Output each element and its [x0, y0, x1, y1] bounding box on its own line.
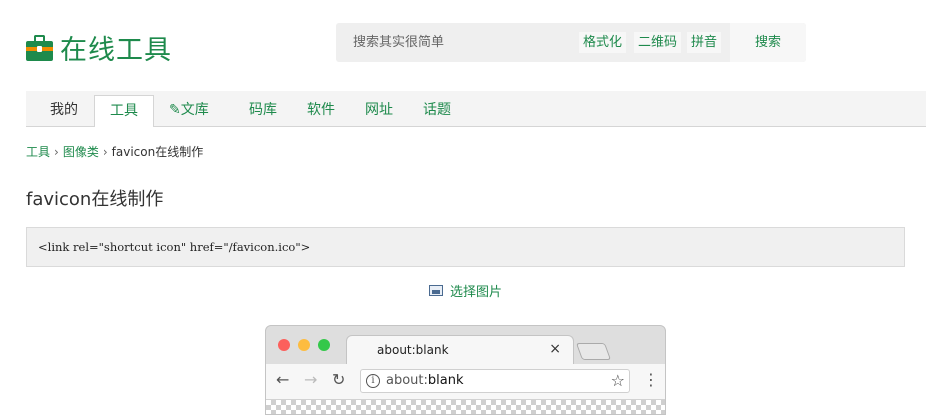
star-icon: ☆ [610, 371, 625, 390]
page-title: favicon在线制作 [26, 189, 164, 210]
image-icon [429, 285, 443, 296]
nav-item-software[interactable]: 软件 [307, 91, 335, 126]
code-snippet-box[interactable]: <link rel="shortcut icon" href="/favicon… [26, 227, 905, 267]
back-arrow-icon: ← [276, 370, 290, 389]
breadcrumb-separator: › [102, 145, 108, 159]
forward-arrow-icon: → [304, 370, 318, 389]
feather-icon: ✎ [169, 102, 181, 118]
search-tag-pinyin[interactable]: 拼音 [687, 32, 722, 53]
site-logo[interactable]: 在线工具 [26, 28, 172, 67]
search-tag-qrcode[interactable]: 二维码 [634, 32, 682, 53]
toolbox-icon [26, 34, 54, 62]
search-tag-format[interactable]: 格式化 [579, 32, 627, 53]
minimize-dot-icon [298, 339, 310, 351]
search-input[interactable] [351, 34, 555, 51]
close-dot-icon [278, 339, 290, 351]
select-image-label: 选择图片 [450, 285, 503, 300]
code-snippet: <link rel="shortcut icon" href="/favicon… [38, 240, 311, 254]
logo-text: 在线工具 [60, 35, 172, 66]
address-url: about:blank [386, 373, 464, 388]
breadcrumb-separator: › [54, 145, 59, 159]
nav-item-library-label: 文库 [180, 102, 209, 118]
transparent-canvas [266, 400, 665, 414]
reload-icon: ↻ [332, 370, 346, 389]
menu-icon: ⋮ [643, 370, 659, 389]
breadcrumb-image[interactable]: 图像类 [63, 145, 99, 159]
nav-item-library[interactable]: ✎文库 [169, 91, 209, 126]
browser-toolbar: ← → ↻ i about:blank ☆ ⋮ [266, 364, 665, 400]
search-button[interactable]: 搜索 [730, 23, 806, 62]
select-image-button[interactable]: 选择图片 [429, 281, 502, 300]
nav-item-tools-label: 工具 [110, 103, 138, 119]
breadcrumb-current: favicon在线制作 [111, 145, 204, 159]
nav-item-mine[interactable]: 我的 [50, 91, 78, 126]
breadcrumb: 工具 › 图像类 › favicon在线制作 [26, 143, 203, 160]
browser-tab: about:blank × [346, 335, 574, 365]
address-bar: i about:blank ☆ [360, 369, 630, 393]
search-bar: 格式化 二维码 拼音 搜索 [336, 23, 806, 62]
maximize-dot-icon [318, 339, 330, 351]
new-tab-icon [575, 343, 612, 360]
close-icon: × [549, 341, 561, 357]
browser-tab-title: about:blank [377, 343, 449, 357]
nav-item-topics[interactable]: 话题 [423, 91, 451, 126]
main-nav: 我的 工具 ✎文库 码库 软件 网址 话题 [26, 91, 926, 127]
breadcrumb-tools[interactable]: 工具 [26, 145, 50, 159]
browser-preview: about:blank × ← → ↻ i about:blank ☆ ⋮ [265, 325, 666, 415]
info-icon: i [366, 374, 380, 388]
nav-item-code[interactable]: 码库 [249, 91, 277, 126]
nav-item-sites[interactable]: 网址 [365, 91, 393, 126]
nav-item-tools[interactable]: 工具 [94, 95, 154, 127]
